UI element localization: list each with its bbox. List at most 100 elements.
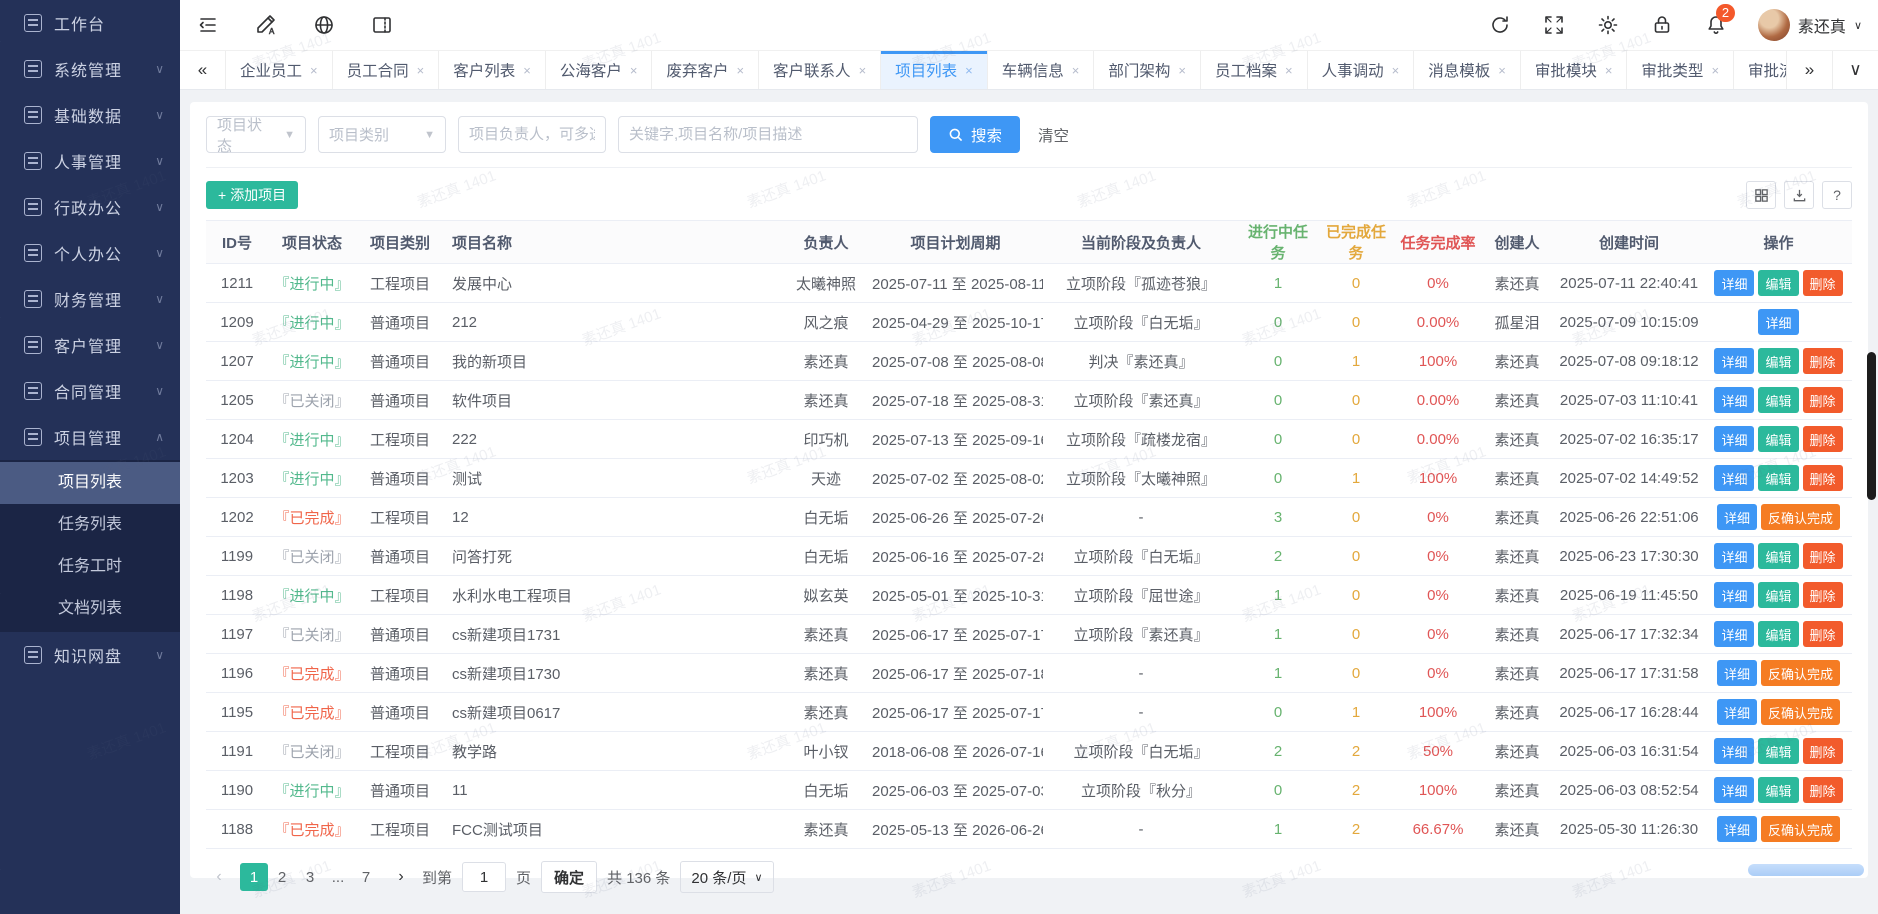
category-select[interactable]: 项目类别 ▼ <box>318 116 446 153</box>
sidebar-subitem-文档列表[interactable]: 文档列表 <box>0 588 180 630</box>
detail-button[interactable]: 详细 <box>1714 777 1754 803</box>
tab-员工合同[interactable]: 员工合同 × <box>333 51 440 89</box>
goto-confirm-button[interactable]: 确定 <box>541 861 597 893</box>
page-number-2[interactable]: 2 <box>268 863 296 891</box>
edit-button[interactable]: 编辑 <box>1758 543 1798 569</box>
detail-button[interactable]: 详细 <box>1714 543 1754 569</box>
tab-close-icon[interactable]: × <box>1285 63 1293 78</box>
sidebar-item-个人办公[interactable]: 个人办公 ∨ <box>0 230 180 276</box>
detail-button[interactable]: 详细 <box>1717 504 1757 530</box>
sidebar-item-知识网盘[interactable]: 知识网盘 ∨ <box>0 632 180 678</box>
tab-废弃客户[interactable]: 废弃客户 × <box>652 51 759 89</box>
sidebar-item-工作台[interactable]: 工作台 <box>0 0 180 46</box>
sidebar-item-行政办公[interactable]: 行政办公 ∨ <box>0 184 180 230</box>
tab-车辆信息[interactable]: 车辆信息 × <box>988 51 1095 89</box>
tab-消息模板[interactable]: 消息模板 × <box>1414 51 1521 89</box>
tab-close-icon[interactable]: × <box>1498 63 1506 78</box>
user-menu[interactable]: 素还真 ∨ <box>1758 9 1862 41</box>
sidebar-item-财务管理[interactable]: 财务管理 ∨ <box>0 276 180 322</box>
sidebar-item-客户管理[interactable]: 客户管理 ∨ <box>0 322 180 368</box>
edit-button[interactable]: 编辑 <box>1758 426 1798 452</box>
detail-button[interactable]: 详细 <box>1714 465 1754 491</box>
clear-button[interactable]: 清空 <box>1032 124 1075 146</box>
page-size-select[interactable]: 20 条/页 ∨ <box>680 861 773 893</box>
tab-close-icon[interactable]: × <box>1392 63 1400 78</box>
delete-button[interactable]: 删除 <box>1803 738 1843 764</box>
tab-审批流程[interactable]: 审批流程 × <box>1734 51 1786 89</box>
column-settings-button[interactable] <box>1746 181 1776 209</box>
page-number-7[interactable]: 7 <box>352 863 380 891</box>
lock-icon[interactable] <box>1650 13 1674 37</box>
language-globe-icon[interactable] <box>312 13 336 37</box>
refresh-icon[interactable] <box>1488 13 1512 37</box>
sidebar-item-系统管理[interactable]: 系统管理 ∨ <box>0 46 180 92</box>
unconfirm-button[interactable]: 反确认完成 <box>1761 660 1840 686</box>
delete-button[interactable]: 删除 <box>1803 777 1843 803</box>
tab-close-icon[interactable]: × <box>965 63 973 78</box>
edit-button[interactable]: 编辑 <box>1758 621 1798 647</box>
tabs-dropdown-icon[interactable]: ∨ <box>1832 51 1878 89</box>
edit-button[interactable]: 编辑 <box>1758 777 1798 803</box>
vertical-scrollbar-thumb[interactable] <box>1867 352 1876 500</box>
add-project-button[interactable]: + 添加项目 <box>206 181 298 209</box>
tab-审批模块[interactable]: 审批模块 × <box>1521 51 1628 89</box>
edit-button[interactable]: 编辑 <box>1758 465 1798 491</box>
detail-button[interactable]: 详细 <box>1714 348 1754 374</box>
delete-button[interactable]: 删除 <box>1803 387 1843 413</box>
delete-button[interactable]: 删除 <box>1803 426 1843 452</box>
layout-icon[interactable] <box>370 13 394 37</box>
tabs-scroll-left-icon[interactable]: « <box>180 51 226 89</box>
tab-员工档案[interactable]: 员工档案 × <box>1201 51 1308 89</box>
sidebar-item-基础数据[interactable]: 基础数据 ∨ <box>0 92 180 138</box>
detail-button[interactable]: 详细 <box>1714 621 1754 647</box>
detail-button[interactable]: 详细 <box>1717 699 1757 725</box>
keyword-input[interactable] <box>618 116 918 153</box>
tab-客户联系人[interactable]: 客户联系人 × <box>759 51 881 89</box>
tab-部门架构[interactable]: 部门架构 × <box>1094 51 1201 89</box>
delete-button[interactable]: 删除 <box>1803 621 1843 647</box>
export-button[interactable] <box>1784 181 1814 209</box>
detail-button[interactable]: 详细 <box>1714 582 1754 608</box>
tab-close-icon[interactable]: × <box>859 63 867 78</box>
horizontal-scrollbar-thumb[interactable] <box>1748 864 1864 876</box>
delete-button[interactable]: 删除 <box>1803 465 1843 491</box>
owner-input[interactable] <box>458 116 606 153</box>
sidebar-subitem-任务列表[interactable]: 任务列表 <box>0 504 180 546</box>
tab-审批类型[interactable]: 审批类型 × <box>1627 51 1734 89</box>
edit-button[interactable]: 编辑 <box>1758 582 1798 608</box>
delete-button[interactable]: 删除 <box>1803 543 1843 569</box>
edit-button[interactable]: 编辑 <box>1758 738 1798 764</box>
tab-客户列表[interactable]: 客户列表 × <box>439 51 546 89</box>
tab-close-icon[interactable]: × <box>523 63 531 78</box>
delete-button[interactable]: 删除 <box>1803 582 1843 608</box>
delete-button[interactable]: 删除 <box>1803 270 1843 296</box>
search-button[interactable]: 搜索 <box>930 116 1020 153</box>
detail-button[interactable]: 详细 <box>1717 816 1757 842</box>
tab-close-icon[interactable]: × <box>736 63 744 78</box>
tab-close-icon[interactable]: × <box>1605 63 1613 78</box>
detail-button[interactable]: 详细 <box>1758 309 1798 335</box>
settings-gear-icon[interactable] <box>1596 13 1620 37</box>
edit-button[interactable]: 编辑 <box>1758 348 1798 374</box>
sidebar-item-人事管理[interactable]: 人事管理 ∨ <box>0 138 180 184</box>
tab-企业员工[interactable]: 企业员工 × <box>226 51 333 89</box>
theme-brush-icon[interactable]: A <box>254 13 278 37</box>
tab-close-icon[interactable]: × <box>1711 63 1719 78</box>
tab-项目列表[interactable]: 项目列表 × <box>881 51 988 89</box>
tab-人事调动[interactable]: 人事调动 × <box>1308 51 1415 89</box>
tab-close-icon[interactable]: × <box>1178 63 1186 78</box>
page-number-3[interactable]: 3 <box>296 863 324 891</box>
notification-bell-icon[interactable]: 2 <box>1704 13 1728 37</box>
help-button[interactable]: ? <box>1822 181 1852 209</box>
unconfirm-button[interactable]: 反确认完成 <box>1761 504 1840 530</box>
fullscreen-icon[interactable] <box>1542 13 1566 37</box>
tab-close-icon[interactable]: × <box>417 63 425 78</box>
sidebar-subitem-任务工时[interactable]: 任务工时 <box>0 546 180 588</box>
unconfirm-button[interactable]: 反确认完成 <box>1761 699 1840 725</box>
edit-button[interactable]: 编辑 <box>1758 270 1798 296</box>
sidebar-subitem-项目列表[interactable]: 项目列表 <box>0 462 180 504</box>
tabs-scroll-right-icon[interactable]: » <box>1786 51 1832 89</box>
detail-button[interactable]: 详细 <box>1714 426 1754 452</box>
prev-page-icon[interactable]: ‹ <box>208 868 230 886</box>
delete-button[interactable]: 删除 <box>1803 348 1843 374</box>
